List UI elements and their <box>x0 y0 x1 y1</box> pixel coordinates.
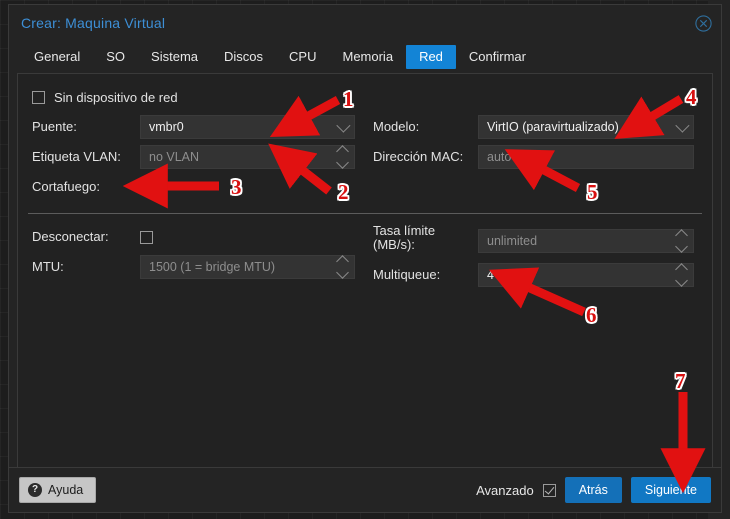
cortafuego-row: Cortafuego: <box>32 174 355 200</box>
dialog-title: Crear: Maquina Virtual <box>21 15 166 31</box>
no-network-device-row[interactable]: Sin dispositivo de red <box>32 84 712 110</box>
no-network-device-checkbox[interactable] <box>32 90 45 104</box>
question-circle-icon: ? <box>28 483 42 497</box>
tasa-limite-label: Tasa límite (MB/s): <box>373 223 436 252</box>
mac-row: Dirección MAC: auto <box>373 144 694 170</box>
mac-label: Dirección MAC: <box>373 149 464 164</box>
multiqueue-field[interactable]: 4 <box>478 263 694 287</box>
advanced-right-column: Tasa límite (MB/s): unlimited Multiqueue… <box>365 224 712 292</box>
mtu-field[interactable]: 1500 (1 = bridge MTU) <box>140 255 355 279</box>
desconectar-row: Desconectar: <box>32 224 355 250</box>
mtu-label: MTU: <box>32 259 64 274</box>
multiqueue-label: Multiqueue: <box>373 267 441 282</box>
close-circle-icon[interactable] <box>695 15 712 32</box>
tab-general[interactable]: General <box>21 45 93 69</box>
avanzado-checkbox[interactable] <box>542 483 556 497</box>
spinner-icon[interactable] <box>336 255 349 279</box>
tab-so[interactable]: SO <box>93 45 138 69</box>
puente-label: Puente: <box>32 119 77 134</box>
vlan-label: Etiqueta VLAN: <box>32 149 121 164</box>
spinner-icon[interactable] <box>336 145 349 169</box>
basic-right-column: Modelo: VirtIO (paravirtualizado) Direcc… <box>365 114 712 204</box>
desconectar-checkbox[interactable] <box>140 230 153 244</box>
mac-field[interactable]: auto <box>478 145 694 169</box>
cortafuego-checkbox[interactable] <box>140 180 153 194</box>
dialog-titlebar: Crear: Maquina Virtual <box>9 5 721 41</box>
tasa-limite-row: Tasa límite (MB/s): unlimited <box>373 224 694 258</box>
modelo-value: VirtIO (paravirtualizado) <box>487 120 619 134</box>
multiqueue-value: 4 <box>487 268 494 282</box>
avanzado-label: Avanzado <box>476 482 534 498</box>
chevron-down-icon[interactable] <box>336 116 351 138</box>
atras-button[interactable]: Atrás <box>564 477 622 503</box>
puente-field[interactable]: vmbr0 <box>140 115 355 139</box>
vlan-value: no VLAN <box>149 150 200 164</box>
ayuda-label: Ayuda <box>48 483 84 497</box>
tasa-limite-field[interactable]: unlimited <box>478 229 694 253</box>
desconectar-label: Desconectar: <box>32 229 109 244</box>
puente-value: vmbr0 <box>149 120 184 134</box>
tab-sistema[interactable]: Sistema <box>138 45 211 69</box>
tab-memoria[interactable]: Memoria <box>329 45 406 69</box>
advanced-left-column: Desconectar: MTU: 1500 (1 = bridge MTU) <box>18 224 365 292</box>
tab-discos[interactable]: Discos <box>211 45 276 69</box>
dialog-footer: ? Ayuda Avanzado Atrás Siguiente <box>9 467 721 512</box>
tab-confirmar[interactable]: Confirmar <box>456 45 539 69</box>
vlan-field[interactable]: no VLAN <box>140 145 355 169</box>
wizard-tabbar: General SO Sistema Discos CPU Memoria Re… <box>9 41 721 73</box>
multiqueue-row: Multiqueue: 4 <box>373 262 694 288</box>
puente-row: Puente: vmbr0 <box>32 114 355 140</box>
spinner-icon[interactable] <box>675 229 688 253</box>
mtu-value: 1500 (1 = bridge MTU) <box>149 260 276 274</box>
chevron-down-icon[interactable] <box>675 116 690 138</box>
siguiente-button[interactable]: Siguiente <box>630 477 711 503</box>
cortafuego-label: Cortafuego: <box>32 179 100 194</box>
modelo-field[interactable]: VirtIO (paravirtualizado) <box>478 115 694 139</box>
mac-value: auto <box>487 150 512 164</box>
tab-red[interactable]: Red <box>406 45 456 69</box>
modelo-label: Modelo: <box>373 119 420 134</box>
vlan-row: Etiqueta VLAN: no VLAN <box>32 144 355 170</box>
mtu-row: MTU: 1500 (1 = bridge MTU) <box>32 254 355 280</box>
spinner-icon[interactable] <box>675 263 688 287</box>
tab-cpu[interactable]: CPU <box>276 45 329 69</box>
modelo-row: Modelo: VirtIO (paravirtualizado) <box>373 114 694 140</box>
ayuda-button[interactable]: ? Ayuda <box>19 477 97 503</box>
advanced-settings-block: Desconectar: MTU: 1500 (1 = bridge MTU) <box>18 214 712 292</box>
tasa-limite-value: unlimited <box>487 234 538 248</box>
no-network-device-label: Sin dispositivo de red <box>54 89 178 105</box>
basic-left-column: Puente: vmbr0 Etiqueta VLAN: no VLAN Cor… <box>18 114 365 204</box>
basic-settings-block: Sin dispositivo de red Puente: vmbr0 Eti… <box>18 74 712 204</box>
create-vm-dialog: Crear: Maquina Virtual General SO Sistem… <box>8 4 722 513</box>
screenshot-root: Crear: Maquina Virtual General SO Sistem… <box>0 0 730 519</box>
network-settings-panel: Sin dispositivo de red Puente: vmbr0 Eti… <box>17 73 713 467</box>
footer-actions: Avanzado Atrás Siguiente <box>476 477 711 503</box>
